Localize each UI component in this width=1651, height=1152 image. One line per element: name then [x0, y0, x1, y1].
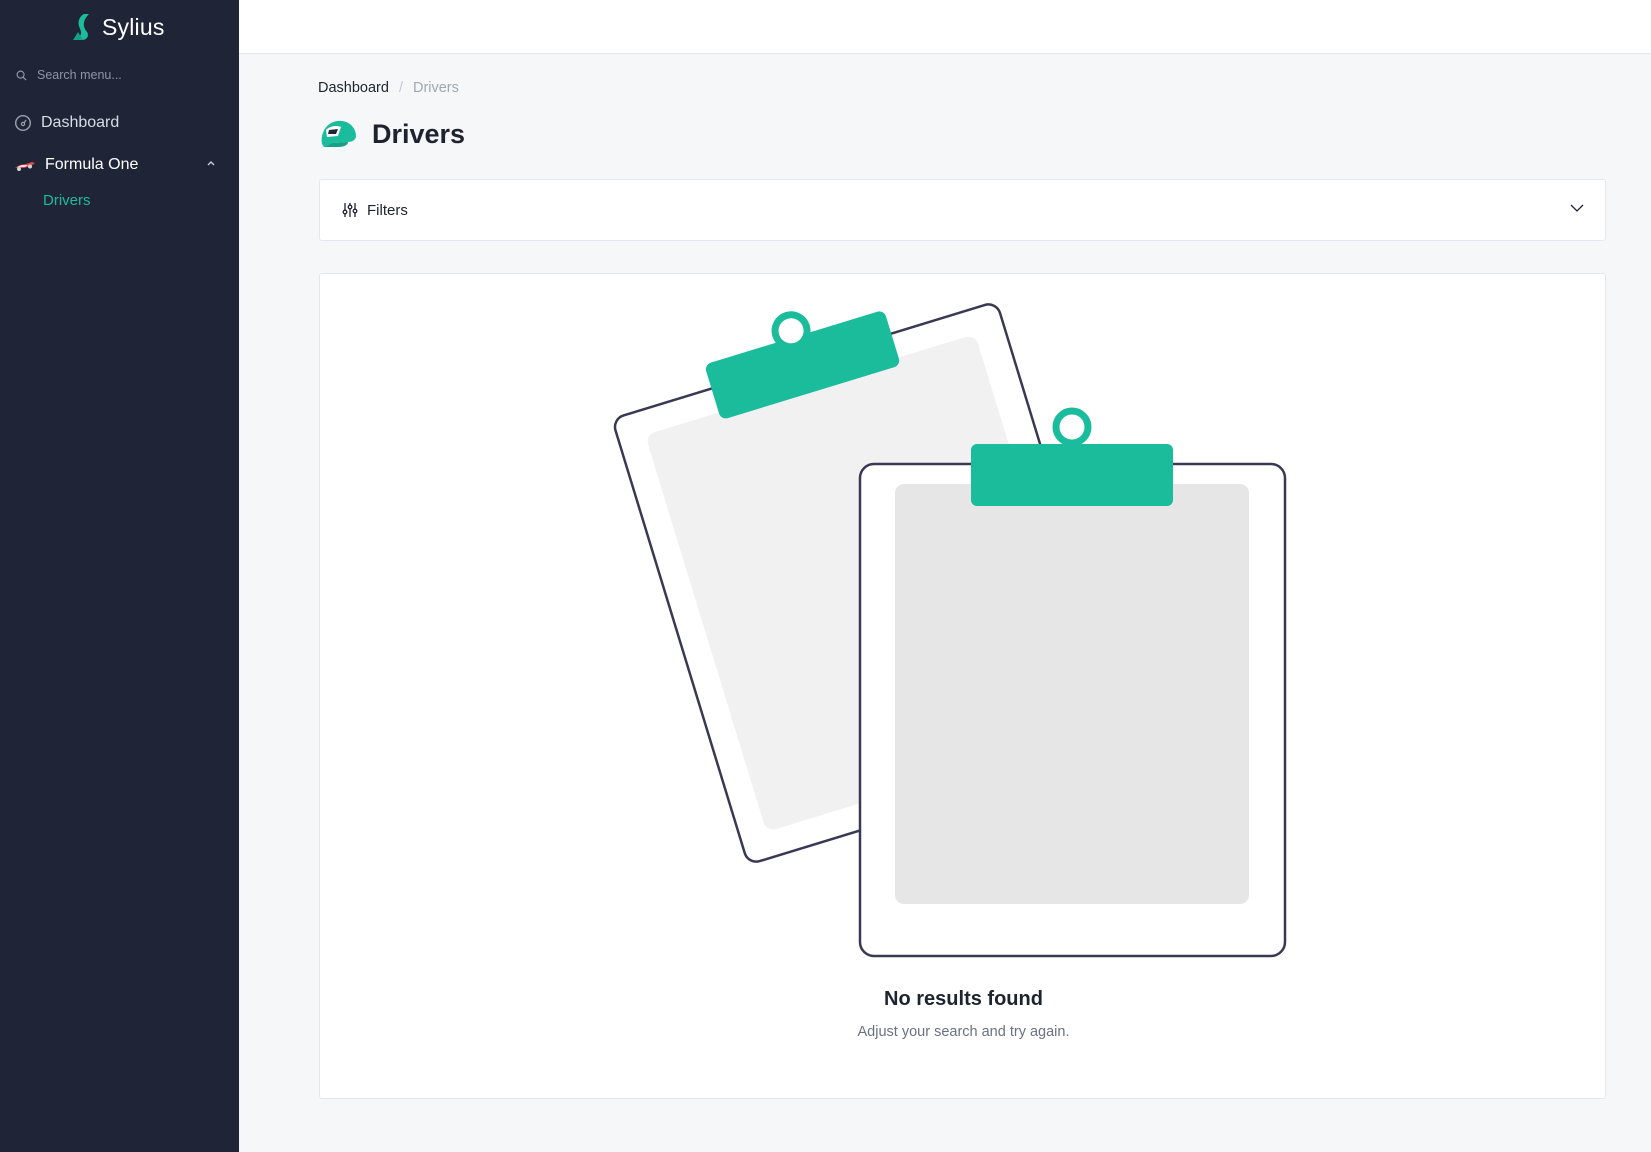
filters-toggle[interactable]: Filters: [319, 179, 1606, 241]
empty-state-card: No results found Adjust your search and …: [319, 273, 1606, 1099]
search-icon: [16, 70, 27, 81]
sidebar-item-label: Dashboard: [41, 114, 120, 131]
breadcrumb-current: Drivers: [412, 80, 459, 96]
sidebar-item-dashboard[interactable]: Dashboard: [14, 109, 226, 137]
clipboards-icon: [613, 303, 1287, 958]
empty-state-title: No results found: [884, 988, 1043, 1010]
helmet-icon: [321, 120, 356, 147]
chevron-up-icon[interactable]: [206, 159, 216, 167]
menu-search-input[interactable]: [37, 68, 217, 82]
breadcrumb-dashboard-link[interactable]: Dashboard: [318, 80, 389, 96]
breadcrumb-separator: /: [398, 80, 403, 96]
breadcrumb: Dashboard / Drivers: [318, 80, 459, 96]
sidebar-item-label: Formula One: [45, 156, 139, 173]
sidebar-item-formula-one[interactable]: Formula One: [14, 151, 226, 179]
sliders-icon: [342, 202, 358, 218]
page-title: Drivers: [372, 118, 466, 149]
sidebar: Sylius Dashboard Formula One Drivers: [0, 0, 239, 1152]
top-bar: [239, 0, 1651, 54]
race-car-icon: [15, 162, 35, 171]
sylius-logo-icon: [73, 14, 89, 40]
chevron-down-icon[interactable]: [1569, 202, 1585, 214]
filters-label: Filters: [367, 201, 408, 219]
sidebar-item-drivers[interactable]: Drivers: [43, 192, 91, 209]
dashboard-gauge-icon: [14, 114, 32, 132]
empty-state-subtitle: Adjust your search and try again.: [857, 1024, 1070, 1040]
page-header: Drivers: [318, 116, 465, 152]
sylius-logo[interactable]: Sylius: [70, 12, 165, 42]
app-name: Sylius: [102, 13, 165, 40]
menu-search: [16, 64, 226, 86]
